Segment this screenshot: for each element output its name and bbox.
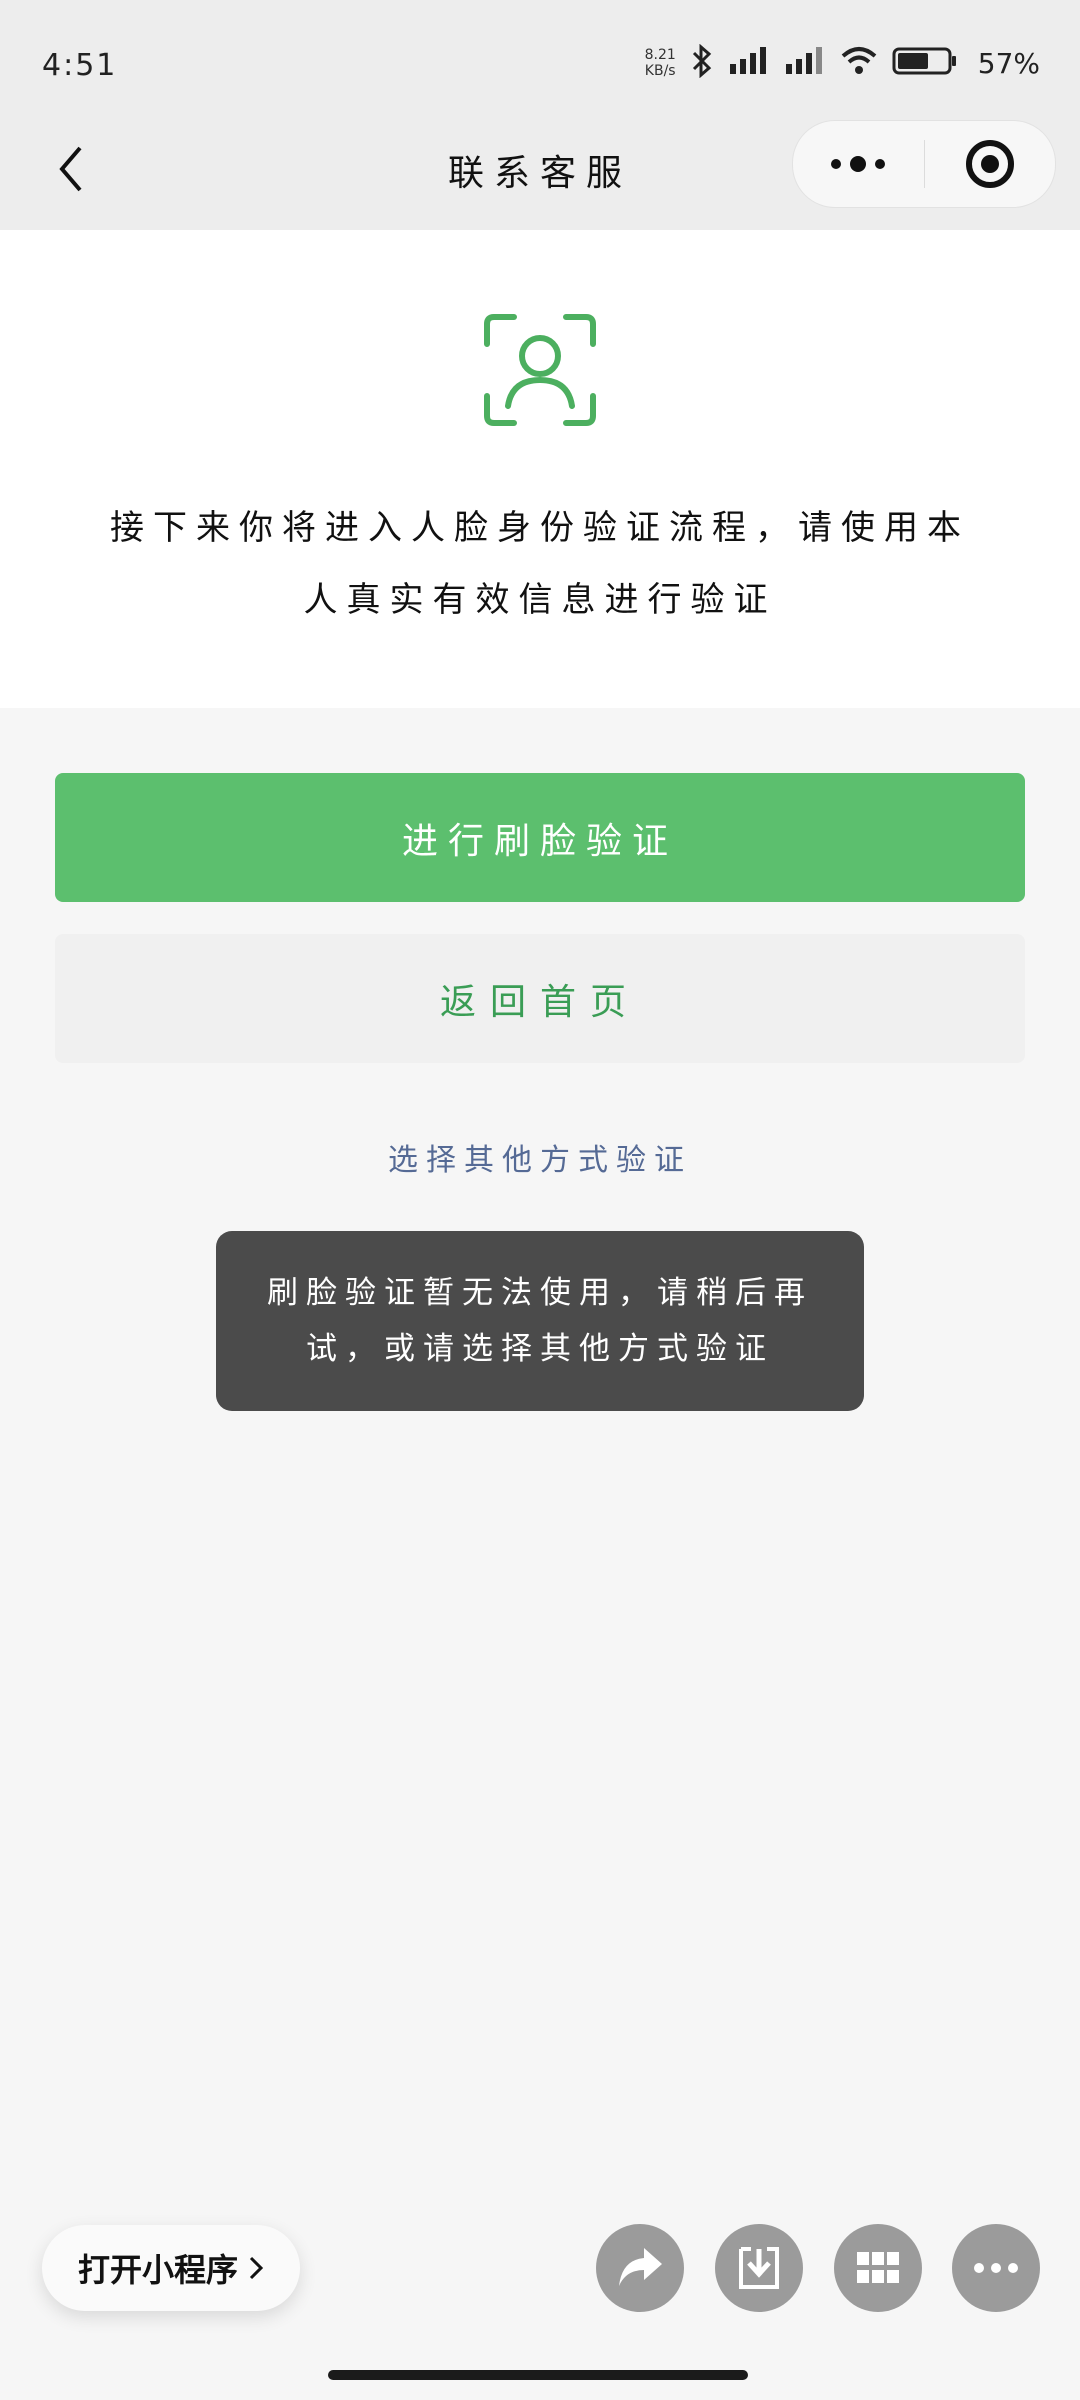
navigation-bar: 联系客服 (0, 110, 1080, 230)
grid-button[interactable] (834, 2224, 922, 2312)
more-button[interactable] (793, 121, 924, 207)
share-button[interactable] (596, 2224, 684, 2312)
battery-percent: 57% (977, 46, 1040, 80)
download-icon (739, 2247, 779, 2289)
toast-line-1: 刷脸验证暂无法使用，请稍后再 (267, 1275, 813, 1311)
status-time: 4:51 (42, 48, 118, 83)
battery-icon (892, 46, 958, 80)
intro-line-2: 人真实有效信息进行验证 (303, 580, 777, 620)
share-arrow-icon (619, 2248, 662, 2286)
close-mini-program-button[interactable] (925, 121, 1056, 207)
status-icons: 8.21 KB/s 57% (645, 43, 1040, 82)
open-mini-program-label: 打开小程序 (77, 2251, 238, 2289)
signal-icon (728, 46, 770, 80)
net-speed: 8.21 KB/s (645, 47, 676, 79)
face-scan-icon (484, 314, 596, 426)
overflow-menu-button[interactable] (952, 2224, 1040, 2312)
open-mini-program-button[interactable]: 打开小程序 (42, 2225, 300, 2311)
other-method-link[interactable]: 选择其他方式验证 (0, 1135, 1080, 1179)
face-verify-button[interactable]: 进行刷脸验证 (55, 773, 1025, 902)
grid-icon (857, 2252, 899, 2283)
more-dots-icon (831, 156, 886, 172)
toast-message: 刷脸验证暂无法使用，请稍后再 试，或请选择其他方式验证 (216, 1231, 864, 1411)
ellipsis-icon (974, 2263, 1018, 2273)
signal-icon-2 (784, 46, 826, 80)
toast-line-2: 试，或请选择其他方式验证 (306, 1331, 774, 1367)
intro-card: 接下来你将进入人脸身份验证流程，请使用本 人真实有效信息进行验证 (0, 230, 1080, 708)
wifi-icon (840, 46, 878, 80)
intro-text: 接下来你将进入人脸身份验证流程，请使用本 人真实有效信息进行验证 (110, 492, 970, 636)
chevron-right-icon (249, 2256, 264, 2280)
net-speed-value: 8.21 (644, 47, 676, 63)
mini-program-capsule (792, 120, 1056, 208)
net-speed-unit: KB/s (644, 63, 676, 79)
download-button[interactable] (715, 2224, 803, 2312)
home-indicator[interactable] (328, 2370, 748, 2380)
bluetooth-icon (690, 43, 714, 82)
target-icon (965, 140, 1014, 188)
intro-line-1: 接下来你将进入人脸身份验证流程，请使用本 (110, 508, 970, 548)
back-home-button[interactable]: 返回首页 (55, 934, 1025, 1063)
